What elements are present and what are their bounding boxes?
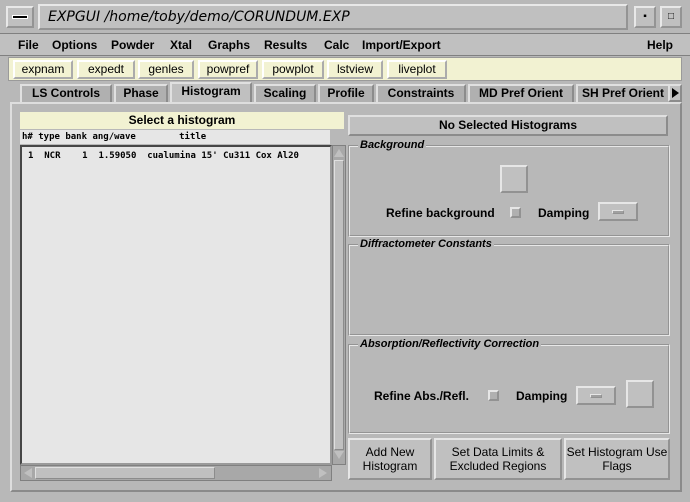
tab-profile[interactable]: Profile [318,84,374,102]
background-group-label: Background [358,138,427,152]
menu-bar: File Options Powder Xtal Graphs Results … [0,34,690,56]
refine-background-label: Refine background [386,206,495,220]
scroll-up-arrow-icon[interactable] [334,149,344,157]
lstview-button[interactable]: lstview [327,60,383,79]
menu-calc[interactable]: Calc [324,36,349,54]
absorption-group: Absorption/Reflectivity Correction Refin… [348,337,670,434]
powplot-button[interactable]: powplot [262,60,324,79]
menu-graphs[interactable]: Graphs [208,36,250,54]
horizontal-scroll-thumb[interactable] [35,467,215,479]
scroll-right-arrow-icon[interactable] [319,468,327,478]
title-bar: EXPGUI /home/toby/demo/CORUNDUM.EXP ▪ □ [0,0,690,34]
menu-xtal[interactable]: Xtal [170,36,192,54]
histogram-row[interactable]: 1 NCR 1 1.59050 cualumina 15' Cu311 Cox … [28,150,299,162]
background-group: Background Refine background Damping [348,138,670,237]
tab-histogram[interactable]: Histogram [170,82,252,103]
tab-constraints[interactable]: Constraints [376,84,466,102]
scroll-left-arrow-icon[interactable] [24,468,32,478]
minimize-icon[interactable]: ▪ [634,6,656,28]
menu-options[interactable]: Options [52,36,97,54]
tab-scroll-right-icon[interactable] [668,84,682,102]
tab-phase[interactable]: Phase [114,84,168,102]
histogram-list-horizontal-scrollbar[interactable] [20,465,332,481]
tab-md-pref-orient[interactable]: MD Pref Orient [468,84,574,102]
absorption-edit-button[interactable] [626,380,654,408]
maximize-icon[interactable]: □ [660,6,682,28]
add-new-histogram-button[interactable]: Add New Histogram [348,438,432,480]
menu-powder[interactable]: Powder [111,36,154,54]
diffractometer-group: Diffractometer Constants [348,237,670,336]
selection-status-button[interactable]: No Selected Histograms [348,115,668,136]
set-histogram-use-flags-button[interactable]: Set Histogram Use Flags [564,438,670,480]
menu-file[interactable]: File [18,36,39,54]
window-menu-icon[interactable] [6,6,34,28]
genles-button[interactable]: genles [138,60,194,79]
dropdown-icon [612,210,624,214]
absorption-group-label: Absorption/Reflectivity Correction [358,337,542,351]
powpref-button[interactable]: powpref [198,60,258,79]
diffractometer-group-label: Diffractometer Constants [358,237,494,251]
liveplot-button[interactable]: liveplot [387,60,447,79]
tab-sh-pref-orient[interactable]: SH Pref Orient [576,84,670,102]
window-title: EXPGUI /home/toby/demo/CORUNDUM.EXP [38,4,628,30]
refine-absorption-label: Refine Abs./Refl. [374,389,469,403]
background-damping-label: Damping [538,206,590,220]
expnam-button[interactable]: expnam [13,60,73,79]
set-data-limits-button[interactable]: Set Data Limits & Excluded Regions [434,438,562,480]
background-edit-button[interactable] [500,165,528,193]
scroll-down-arrow-icon[interactable] [334,451,344,459]
refine-absorption-checkbox[interactable] [488,390,499,401]
menu-results[interactable]: Results [264,36,307,54]
background-damping-menu[interactable] [598,202,638,221]
dropdown-icon [590,394,602,398]
refine-background-checkbox[interactable] [510,207,521,218]
toolbar: expnam expedt genles powpref powplot lst… [8,57,682,81]
histogram-column-headers: h# type bank ang/wave title [20,130,330,144]
expedt-button[interactable]: expedt [77,60,135,79]
tab-ls-controls[interactable]: LS Controls [20,84,112,102]
histogram-list-vertical-scrollbar[interactable] [332,145,346,465]
absorption-damping-label: Damping [516,389,568,403]
absorption-damping-menu[interactable] [576,386,616,405]
menu-import-export[interactable]: Import/Export [362,36,441,54]
menu-help[interactable]: Help [647,36,673,54]
histogram-list[interactable]: 1 NCR 1 1.59050 cualumina 15' Cu311 Cox … [20,145,332,465]
tab-scaling[interactable]: Scaling [254,84,316,102]
histogram-list-header: Select a histogram [20,112,344,129]
vertical-scroll-thumb[interactable] [334,160,344,450]
